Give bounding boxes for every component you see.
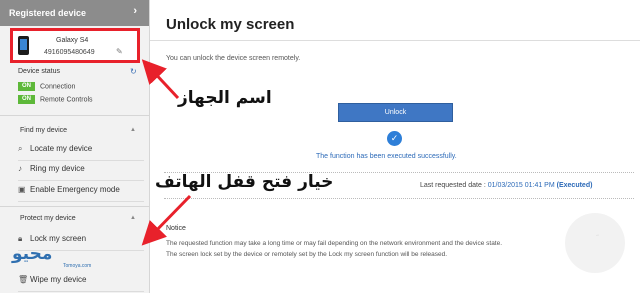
registered-device-title: Registered device xyxy=(9,8,87,18)
annotation-unlock-option: خيار فتح قفل الهاتف xyxy=(155,172,334,192)
registered-device-header[interactable]: Registered device › xyxy=(0,0,149,26)
sidebar-item-label: Enable Emergency mode xyxy=(30,185,120,194)
collapse-icon[interactable]: ▲ xyxy=(130,127,136,133)
status-label: Connection xyxy=(40,83,76,91)
page-title: Unlock my screen xyxy=(166,16,295,33)
divider xyxy=(150,40,640,41)
device-card[interactable]: Galaxy S4 4916095480649 ✎ xyxy=(10,28,140,63)
sidebar-item-label: Lock my screen xyxy=(30,234,87,243)
success-message: The function has been executed successfu… xyxy=(316,153,457,160)
emergency-icon: ▣ xyxy=(18,185,26,194)
sidebar-item-locate[interactable]: ⌕ Locate my device xyxy=(18,144,144,161)
on-badge[interactable]: ON xyxy=(18,82,35,91)
sidebar-item-ring[interactable]: ♪ Ring my device xyxy=(18,164,144,181)
lock-icon: 🔒︎ xyxy=(18,234,23,243)
bell-icon: ♪ xyxy=(18,164,22,173)
status-connection: ON Connection xyxy=(18,82,75,92)
sidebar-item-emergency[interactable]: ▣ Enable Emergency mode xyxy=(18,185,144,202)
device-name: Galaxy S4 xyxy=(56,37,89,44)
divider xyxy=(0,206,150,207)
divider xyxy=(164,198,634,199)
sidebar-item-label: Wipe my device xyxy=(30,275,87,284)
find-my-device-title: Find my device xyxy=(20,127,68,134)
refresh-icon[interactable]: ↻ xyxy=(130,67,137,76)
sidebar-item-label: Locate my device xyxy=(30,144,93,153)
divider xyxy=(0,115,150,116)
device-status-title: Device status xyxy=(18,68,61,75)
status-label: Remote Controls xyxy=(40,96,93,104)
search-icon: ⌕ xyxy=(18,144,23,153)
check-icon: ✓ xyxy=(387,131,402,146)
last-requested: Last requested date : 01/03/2015 01:41 P… xyxy=(420,182,592,189)
main-panel: Unlock my screen You can unlock the devi… xyxy=(150,0,640,293)
last-requested-label: Last requested date : xyxy=(420,182,486,189)
on-badge[interactable]: ON xyxy=(18,95,35,104)
trash-icon: 🗑︎ xyxy=(18,275,29,284)
status-remote-controls: ON Remote Controls xyxy=(18,95,93,105)
protect-my-device-title: Protect my device xyxy=(20,215,76,222)
edit-icon[interactable]: ✎ xyxy=(116,47,123,56)
sidebar-item-label: Ring my device xyxy=(30,164,85,173)
phone-icon xyxy=(18,36,29,55)
page-subtitle: You can unlock the device screen remotel… xyxy=(166,55,301,62)
speech-bubble-icon xyxy=(565,213,625,273)
notice-line: The screen lock set by the device or rem… xyxy=(166,251,448,258)
bubble-mark: ˝ xyxy=(596,234,599,243)
chevron-right-icon[interactable]: › xyxy=(133,5,137,17)
notice-title: Notice xyxy=(166,225,186,232)
device-id: 4916095480649 xyxy=(44,49,95,56)
last-requested-date: 01/03/2015 01:41 PM xyxy=(487,182,555,189)
collapse-icon[interactable]: ▲ xyxy=(130,215,136,221)
site-logo: محيو xyxy=(12,244,53,264)
site-logo-url: Tomoya.com xyxy=(63,263,92,269)
execution-status: (Executed) xyxy=(556,182,593,189)
notice-line: The requested function may take a long t… xyxy=(166,240,503,247)
annotation-device-name: اسم الجهاز xyxy=(178,88,272,108)
unlock-button[interactable]: Unlock xyxy=(338,103,453,122)
sidebar-item-wipe[interactable]: 🗑︎ Wipe my device xyxy=(18,275,144,292)
